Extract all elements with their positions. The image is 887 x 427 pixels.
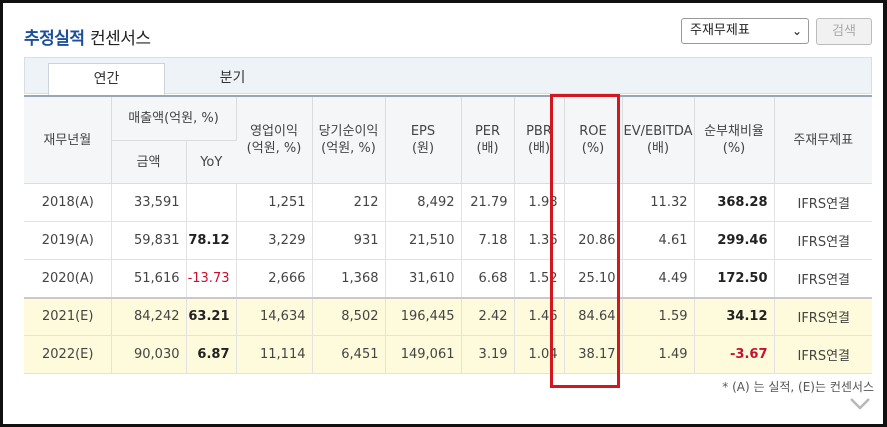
cell-statement: IFRS연결 <box>774 221 872 260</box>
cell-eps: 31,610 <box>385 259 462 298</box>
cell-eps: 21,510 <box>385 221 462 260</box>
cell-op: 1,251 <box>236 183 313 222</box>
cell-period: 2019(A) <box>24 221 112 260</box>
cell-amount: 90,030 <box>111 335 187 374</box>
cell-period: 2022(E) <box>24 335 112 374</box>
cell-yoy: 6.87 <box>186 335 237 374</box>
tab-annual[interactable]: 연간 <box>48 63 165 95</box>
header-sales-amount: 금액 <box>111 140 187 184</box>
table-row-estimate: 2021(E) 84,242 63.21 14,634 8,502 196,44… <box>24 296 872 336</box>
cell-net: 931 <box>312 221 386 260</box>
chevron-down-icon: ⌄ <box>791 24 802 38</box>
cell-statement: IFRS연결 <box>774 296 872 336</box>
roe-highlight-box <box>550 94 620 388</box>
cell-yoy <box>186 183 237 222</box>
cell-net-debt: 299.46 <box>694 221 775 260</box>
cell-ev-ebitda: 4.49 <box>622 259 695 298</box>
header-net-income: 당기순이익 (억원, %) <box>312 95 386 184</box>
cell-eps: 8,492 <box>385 183 462 222</box>
cell-yoy: -13.73 <box>186 259 237 298</box>
header-per: PER (배) <box>461 95 515 184</box>
cell-period: 2020(A) <box>24 259 112 298</box>
cell-op: 11,114 <box>236 335 313 374</box>
table-row: 2019(A) 59,831 78.12 3,229 931 21,510 7.… <box>24 221 872 260</box>
cell-ev-ebitda: 11.32 <box>622 183 695 222</box>
header-statement: 주재무제표 <box>774 95 872 184</box>
cell-net: 1,368 <box>312 259 386 298</box>
title-rest: 컨센서스 <box>89 29 151 49</box>
cell-op: 2,666 <box>236 259 313 298</box>
cell-period: 2021(E) <box>24 296 112 336</box>
cell-amount: 59,831 <box>111 221 187 260</box>
header-op-income: 영업이익 (억원, %) <box>236 95 313 184</box>
table-row-estimate: 2022(E) 90,030 6.87 11,114 6,451 149,061… <box>24 335 872 374</box>
cell-op: 14,634 <box>236 296 313 336</box>
expand-chevron-icon[interactable] <box>849 397 871 411</box>
search-button[interactable]: 검색 <box>816 18 872 45</box>
footnote: * (A) 는 실적, (E)는 컨센서스 <box>722 380 874 394</box>
cell-amount: 33,591 <box>111 183 187 222</box>
header-sales: 매출액(억원, %) <box>111 95 237 141</box>
cell-net: 8,502 <box>312 296 386 336</box>
header-eps: EPS (원) <box>385 95 462 184</box>
cell-op: 3,229 <box>236 221 313 260</box>
cell-per: 7.18 <box>461 221 515 260</box>
cell-net-debt: 368.28 <box>694 183 775 222</box>
cell-eps: 196,445 <box>385 296 462 336</box>
header-net-debt: 순부채비율 (%) <box>694 95 775 184</box>
cell-net-debt: -3.67 <box>694 335 775 374</box>
statement-select[interactable]: 주재무제표 ⌄ <box>681 18 809 44</box>
cell-statement: IFRS연결 <box>774 335 872 374</box>
cell-per: 6.68 <box>461 259 515 298</box>
cell-amount: 51,616 <box>111 259 187 298</box>
header-sales-yoy: YoY <box>186 140 236 184</box>
cell-statement: IFRS연결 <box>774 183 872 222</box>
cell-statement: IFRS연결 <box>774 259 872 298</box>
cell-per: 21.79 <box>461 183 515 222</box>
cell-net-debt: 172.50 <box>694 259 775 298</box>
statement-select-value: 주재무제표 <box>690 23 750 38</box>
cell-net-debt: 34.12 <box>694 296 775 336</box>
cell-amount: 84,242 <box>111 296 187 336</box>
cell-yoy: 78.12 <box>186 221 237 260</box>
cell-net: 212 <box>312 183 386 222</box>
period-tabs: 연간 분기 <box>24 57 872 95</box>
cell-period: 2018(A) <box>24 183 112 222</box>
cell-per: 2.42 <box>461 296 515 336</box>
cell-ev-ebitda: 1.59 <box>622 296 695 336</box>
cell-ev-ebitda: 4.61 <box>622 221 695 260</box>
header-ev-ebitda: EV/EBITDA (배) <box>622 95 695 184</box>
cell-yoy: 63.21 <box>186 296 237 336</box>
cell-per: 3.19 <box>461 335 515 374</box>
cell-eps: 149,061 <box>385 335 462 374</box>
header-period: 재무년월 <box>24 95 112 184</box>
tab-quarterly[interactable]: 분기 <box>175 63 290 95</box>
consensus-table: 재무년월 매출액(억원, %) 영업이익 (억원, %) 당기순이익 (억원, %)… <box>24 95 872 374</box>
section-title: 추정실적 컨센서스 <box>24 24 151 49</box>
table-row: 2018(A) 33,591 1,251 212 8,492 21.79 1.9… <box>24 183 872 222</box>
cell-net: 6,451 <box>312 335 386 374</box>
cell-ev-ebitda: 1.49 <box>622 335 695 374</box>
title-accent: 추정실적 <box>24 29 85 49</box>
table-row: 2020(A) 51,616 -13.73 2,666 1,368 31,610… <box>24 259 872 298</box>
